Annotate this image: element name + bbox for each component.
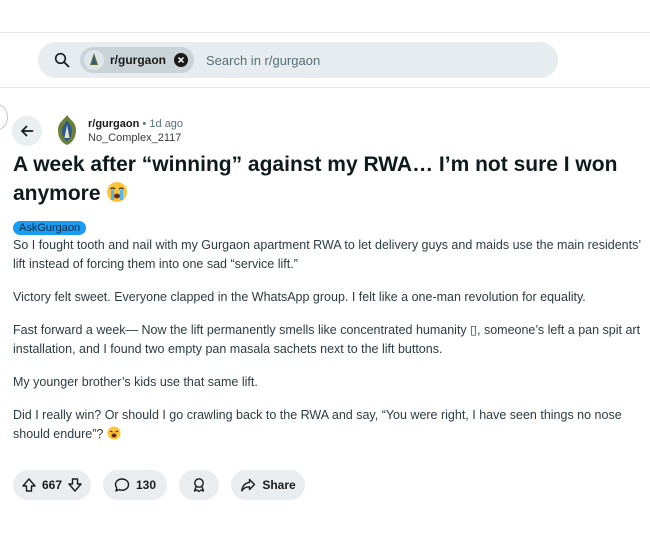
community-filter-chip[interactable]: r/gurgaon xyxy=(80,47,194,73)
upvote-icon[interactable] xyxy=(21,477,37,493)
share-label: Share xyxy=(262,478,296,492)
vote-control: 667 xyxy=(13,470,91,500)
post-title: A week after “winning” against my RWA… I… xyxy=(13,150,643,208)
share-icon xyxy=(241,478,256,492)
close-icon[interactable] xyxy=(174,53,188,67)
post-meta: r/gurgaon • 1d ago No_Complex_2117 xyxy=(88,117,183,145)
comments-button[interactable]: 130 xyxy=(103,470,167,500)
reddit-post-page: r/gurgaon Search in r/gurgaon r/gurgaon … xyxy=(0,0,650,540)
meta-separator: • xyxy=(142,118,147,130)
back-button[interactable] xyxy=(12,116,42,146)
comment-icon xyxy=(114,478,130,492)
share-button[interactable]: Share xyxy=(231,470,305,500)
comment-count: 130 xyxy=(135,478,157,492)
body-paragraph: Victory felt sweet. Everyone clapped in … xyxy=(13,290,586,304)
post-age: 1d ago xyxy=(149,118,183,130)
subreddit-avatar xyxy=(84,50,104,70)
post-body: So I fought tooth and nail with my Gurga… xyxy=(13,236,650,458)
vote-count: 667 xyxy=(41,478,63,492)
post-flair[interactable]: AskGurgaon xyxy=(13,221,87,235)
search-icon xyxy=(54,52,70,68)
author-link[interactable]: No_Complex_2117 xyxy=(88,131,183,145)
body-paragraph: So I fought tooth and nail with my Gurga… xyxy=(13,238,641,271)
search-bar[interactable]: r/gurgaon Search in r/gurgaon xyxy=(38,42,558,78)
downvote-icon[interactable] xyxy=(67,477,83,493)
community-chip-label: r/gurgaon xyxy=(110,53,166,67)
overflow-menu-icon[interactable] xyxy=(646,126,650,146)
body-paragraph-last: Did I really win? Or should I go crawlin… xyxy=(13,406,650,444)
weary-face-emoji xyxy=(107,426,121,440)
post-title-text: A week after “winning” against my RWA… I… xyxy=(13,153,618,205)
post-action-bar: 667 130 Share xyxy=(13,470,317,500)
body-paragraph: My younger brother’s kids use that same … xyxy=(13,375,258,389)
search-header: r/gurgaon Search in r/gurgaon xyxy=(0,32,650,88)
search-input[interactable]: Search in r/gurgaon xyxy=(206,53,320,68)
crying-face-emoji xyxy=(107,182,128,202)
subreddit-icon[interactable] xyxy=(54,114,80,146)
subreddit-link[interactable]: r/gurgaon xyxy=(88,118,139,130)
back-arrow-icon xyxy=(21,125,34,137)
body-paragraph: Fast forward a week— Now the lift perman… xyxy=(13,323,641,356)
left-rail-edge xyxy=(0,104,8,130)
award-button[interactable] xyxy=(179,470,219,500)
award-icon xyxy=(193,478,205,493)
body-paragraph-text: Did I really win? Or should I go crawlin… xyxy=(13,408,622,441)
